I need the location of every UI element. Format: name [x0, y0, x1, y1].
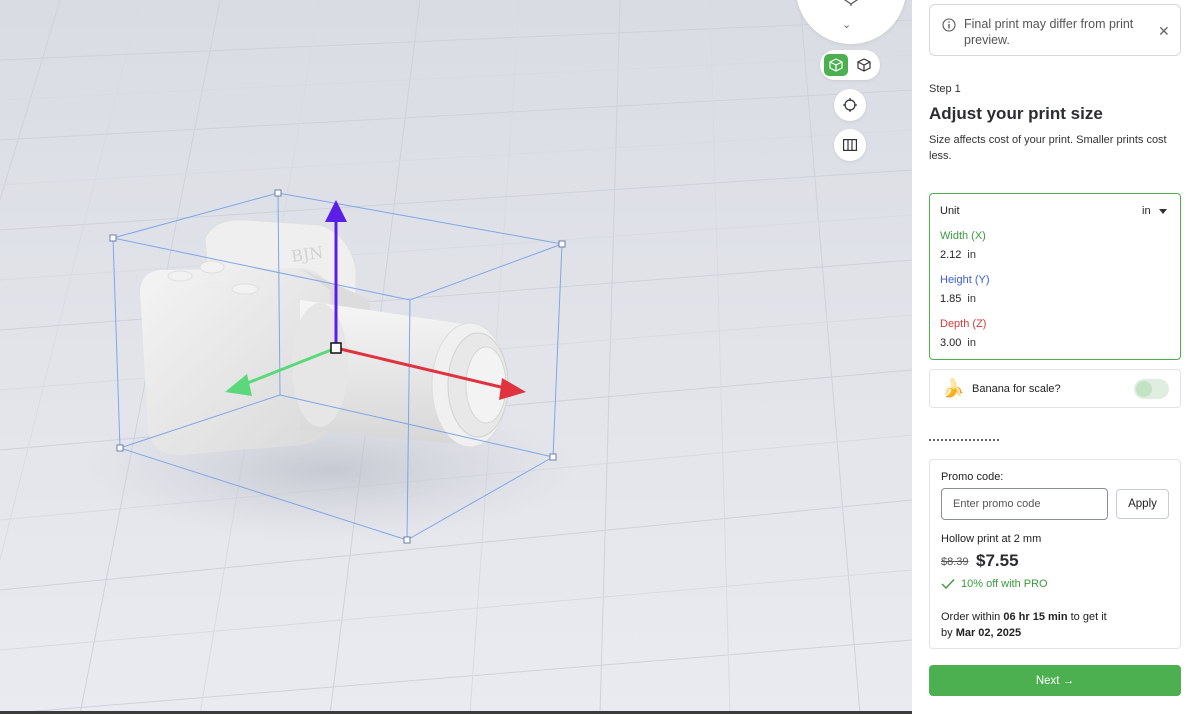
- preview-notice: Final print may differ from print previe…: [929, 4, 1181, 56]
- checkmark-icon: [941, 579, 955, 590]
- next-button[interactable]: Next →: [929, 665, 1181, 696]
- ship-countdown: 06 hr 15 min: [1003, 611, 1068, 623]
- ship-middle: to get it: [1067, 611, 1107, 623]
- section-divider: [929, 439, 999, 442]
- delivery-estimate: Order within 06 hr 15 min to get it by M…: [941, 609, 1171, 641]
- info-icon: [942, 18, 956, 32]
- axis-y-arrow-icon: [325, 200, 347, 222]
- axis-x-arrow-icon: [499, 378, 526, 400]
- hollow-print-info: Hollow print at 2 mm: [941, 533, 1042, 545]
- unit-label: Unit: [940, 205, 960, 217]
- close-icon[interactable]: ✕: [1158, 23, 1170, 40]
- promo-code-input[interactable]: [941, 488, 1108, 520]
- wireframe-view-icon: [857, 58, 871, 72]
- original-price: $8.39: [941, 556, 969, 568]
- view-cube-icon: [843, 0, 859, 6]
- chevron-down-icon[interactable]: ⌄: [842, 18, 851, 31]
- center-target-icon: [843, 98, 857, 112]
- ship-prefix: Order within: [941, 611, 1004, 623]
- height-unit: in: [967, 293, 976, 305]
- toggle-knob: [1136, 381, 1152, 397]
- size-description: Size affects cost of your print. Smaller…: [929, 134, 1167, 162]
- height-field[interactable]: 1.85 in: [940, 293, 976, 305]
- ship-date: Mar 02, 2025: [955, 627, 1022, 639]
- depth-value: 3.00: [940, 337, 962, 349]
- width-unit: in: [967, 249, 976, 261]
- order-summary-card: Promo code: Apply Hollow print at 2 mm $…: [929, 459, 1181, 649]
- solid-view-icon: [829, 58, 843, 72]
- step-label: Step 1: [929, 83, 961, 95]
- view-mode-toggle: [820, 50, 880, 80]
- banana-scale-label: Banana for scale?: [972, 383, 1061, 395]
- unit-select-value: in: [1142, 205, 1151, 217]
- width-field[interactable]: 2.12 in: [940, 249, 976, 261]
- promo-label: Promo code:: [941, 471, 1004, 483]
- gizmo-center-handle: [330, 342, 342, 354]
- dimensions-card: Unit in Width (X) 2.12 in Height (Y) 1.85…: [929, 193, 1181, 360]
- grid-toggle-button[interactable]: [834, 129, 866, 161]
- caret-down-icon: [1158, 208, 1167, 214]
- depth-label: Depth (Z): [940, 318, 987, 330]
- wireframe-view-button[interactable]: [852, 54, 876, 76]
- pro-discount-text: 10% off with PRO: [961, 578, 1048, 590]
- solid-view-button[interactable]: [824, 54, 848, 76]
- banana-icon: 🍌: [942, 378, 965, 398]
- print-settings-panel: Final print may differ from print previe…: [912, 0, 1200, 714]
- page-title: Adjust your print size: [929, 104, 1103, 123]
- banana-scale-toggle[interactable]: [1134, 379, 1169, 399]
- notice-text: Final print may differ from print previe…: [964, 17, 1134, 47]
- discounted-price: $7.55: [976, 551, 1019, 570]
- width-label: Width (X): [940, 230, 986, 242]
- banana-scale-row: 🍌 Banana for scale?: [929, 369, 1181, 408]
- height-label: Height (Y): [940, 274, 990, 286]
- depth-unit: in: [967, 337, 976, 349]
- center-view-button[interactable]: [834, 89, 866, 121]
- height-value: 1.85: [940, 293, 962, 305]
- model-viewport[interactable]: BJN ⌄: [0, 0, 912, 714]
- ship-by: by: [941, 627, 956, 639]
- apply-button[interactable]: Apply: [1116, 489, 1169, 519]
- pro-discount: 10% off with PRO: [941, 578, 1048, 590]
- width-value: 2.12: [940, 249, 962, 261]
- floor-grid: BJN: [0, 0, 912, 714]
- unit-select[interactable]: in: [1142, 205, 1167, 217]
- depth-field[interactable]: 3.00 in: [940, 337, 976, 349]
- grid-columns-icon: [843, 139, 857, 151]
